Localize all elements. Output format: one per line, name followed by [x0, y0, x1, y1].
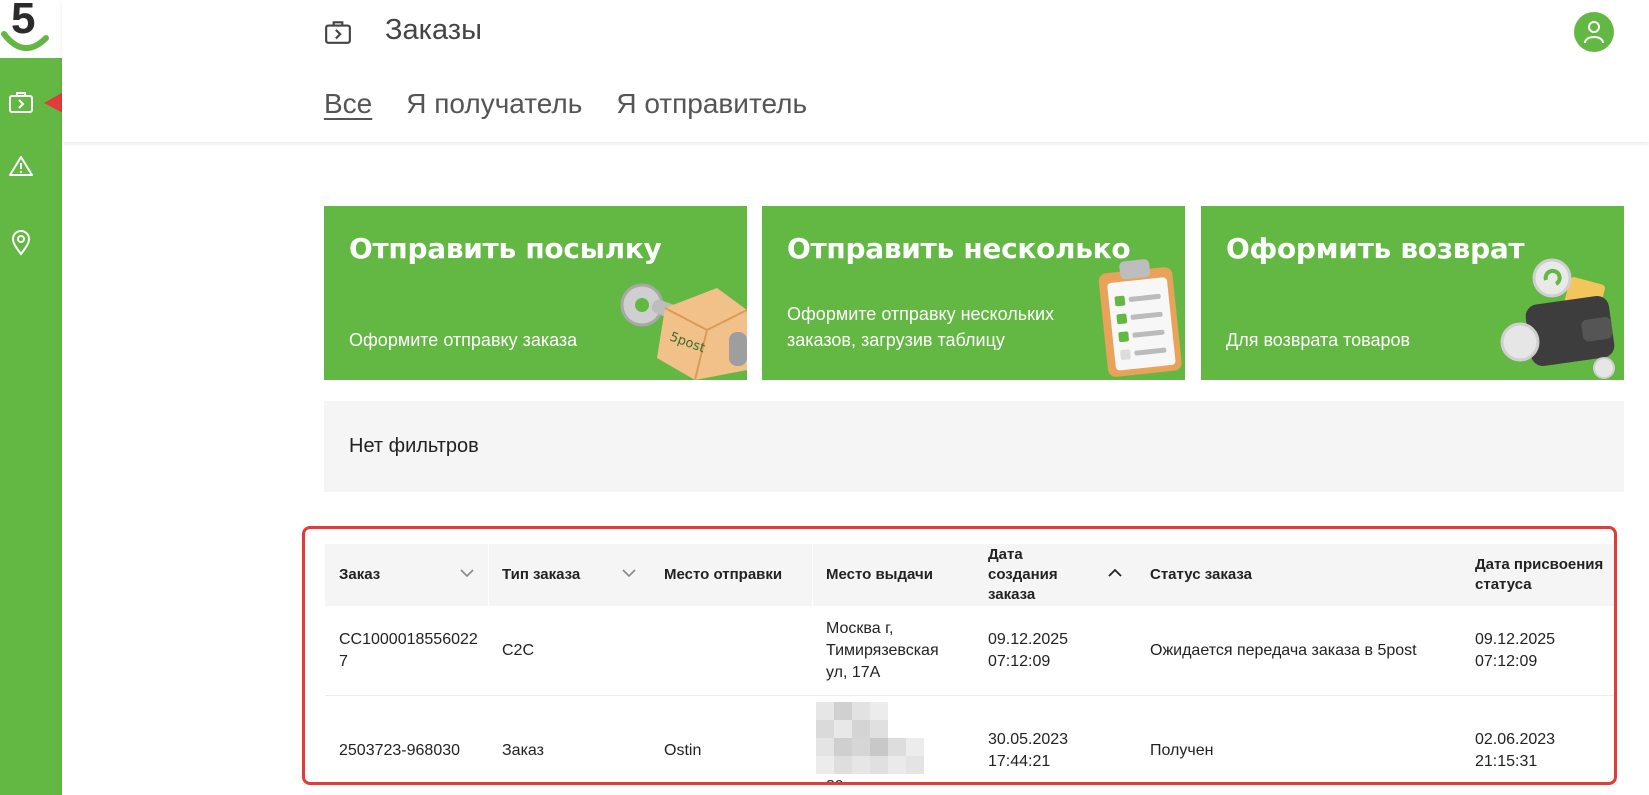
card-description: Оформите отправку нескольких заказов, за…: [787, 304, 1055, 350]
warning-icon: [9, 156, 33, 176]
order-from: [650, 606, 812, 696]
header: Заказы Все Я получатель Я отправитель: [62, 0, 1649, 142]
clipboard-illustration: [1098, 259, 1182, 377]
create-return-card[interactable]: Оформить возврат Для возврата товаров: [1201, 206, 1624, 380]
chevron-down-icon: [460, 569, 474, 578]
wallet-illustration: [1500, 258, 1615, 379]
page-title: Заказы: [385, 14, 482, 46]
column-from: Место отправки: [664, 566, 783, 583]
order-created: 09.12.2025 07:12:09: [988, 631, 1069, 670]
avatar[interactable]: [1574, 12, 1614, 52]
table-row[interactable]: CC10000185560227 C2C Москва г, Тимирязев…: [325, 606, 1614, 696]
send-parcel-card[interactable]: Отправить посылку Оформите отправку зака…: [324, 206, 747, 380]
order-status-date: 02.06.2023 21:15:31: [1475, 731, 1556, 770]
user-icon: [1584, 21, 1604, 44]
parcel-illustration: 5post: [620, 283, 747, 380]
order-number[interactable]: 2503723-968030: [325, 696, 488, 782]
sidebar-item-orders[interactable]: [6, 87, 36, 117]
orders-table-highlight: Заказ Тип заказа Место отправки Место вы…: [302, 526, 1617, 785]
logo-smile-icon: [1, 31, 49, 51]
card-title: Оформить возврат: [1226, 232, 1525, 265]
order-status: Получен: [1150, 742, 1214, 759]
sidebar-item-locations[interactable]: [6, 228, 36, 258]
tab-recipient[interactable]: Я получатель: [406, 88, 582, 120]
order-created: 30.05.2023 17:44:21: [988, 731, 1069, 770]
logo[interactable]: 5: [0, 0, 62, 58]
filters-bar[interactable]: Нет фильтров: [324, 401, 1624, 492]
order-number[interactable]: CC10000185560227: [325, 606, 488, 696]
card-title: Отправить несколько: [787, 232, 1131, 265]
table-header: Заказ Тип заказа Место отправки Место вы…: [325, 544, 1614, 606]
column-status-date: Дата присвоения статуса: [1475, 556, 1604, 593]
chevron-up-icon: [1108, 568, 1122, 577]
order-to: 39: [812, 776, 912, 782]
location-pin-icon: [11, 230, 31, 256]
orders-icon: [9, 92, 33, 113]
table-row[interactable]: 2503723-968030 Заказ Ostin 30.05.2023 17…: [325, 696, 1614, 782]
blurred-address: [812, 696, 942, 776]
order-type: C2C: [502, 642, 535, 659]
send-multiple-card[interactable]: Отправить несколько Оформите отправку не…: [762, 206, 1185, 380]
column-order[interactable]: Заказ: [325, 544, 488, 606]
card-title: Отправить посылку: [349, 232, 662, 265]
sidebar-item-problems[interactable]: [6, 151, 36, 181]
column-type[interactable]: Тип заказа: [488, 544, 650, 606]
filters-text: Нет фильтров: [349, 435, 479, 457]
order-status-date: 09.12.2025 07:12:09: [1475, 631, 1556, 670]
chevron-down-icon: [622, 569, 636, 578]
order-type: Заказ: [502, 742, 544, 759]
column-to: Место выдачи: [826, 566, 933, 583]
column-status: Статус заказа: [1150, 566, 1252, 583]
tab-all[interactable]: Все: [324, 88, 372, 120]
order-to: Москва г, Тимирязевская ул, 17А: [826, 620, 939, 681]
tabs: Все Я получатель Я отправитель: [324, 88, 807, 120]
order-from: Ostin: [664, 742, 702, 759]
orders-icon: [325, 21, 351, 44]
tab-sender[interactable]: Я отправитель: [616, 88, 807, 120]
column-created[interactable]: Дата создания заказа: [974, 544, 1136, 606]
order-status: Ожидается передача заказа в 5post: [1150, 642, 1417, 659]
